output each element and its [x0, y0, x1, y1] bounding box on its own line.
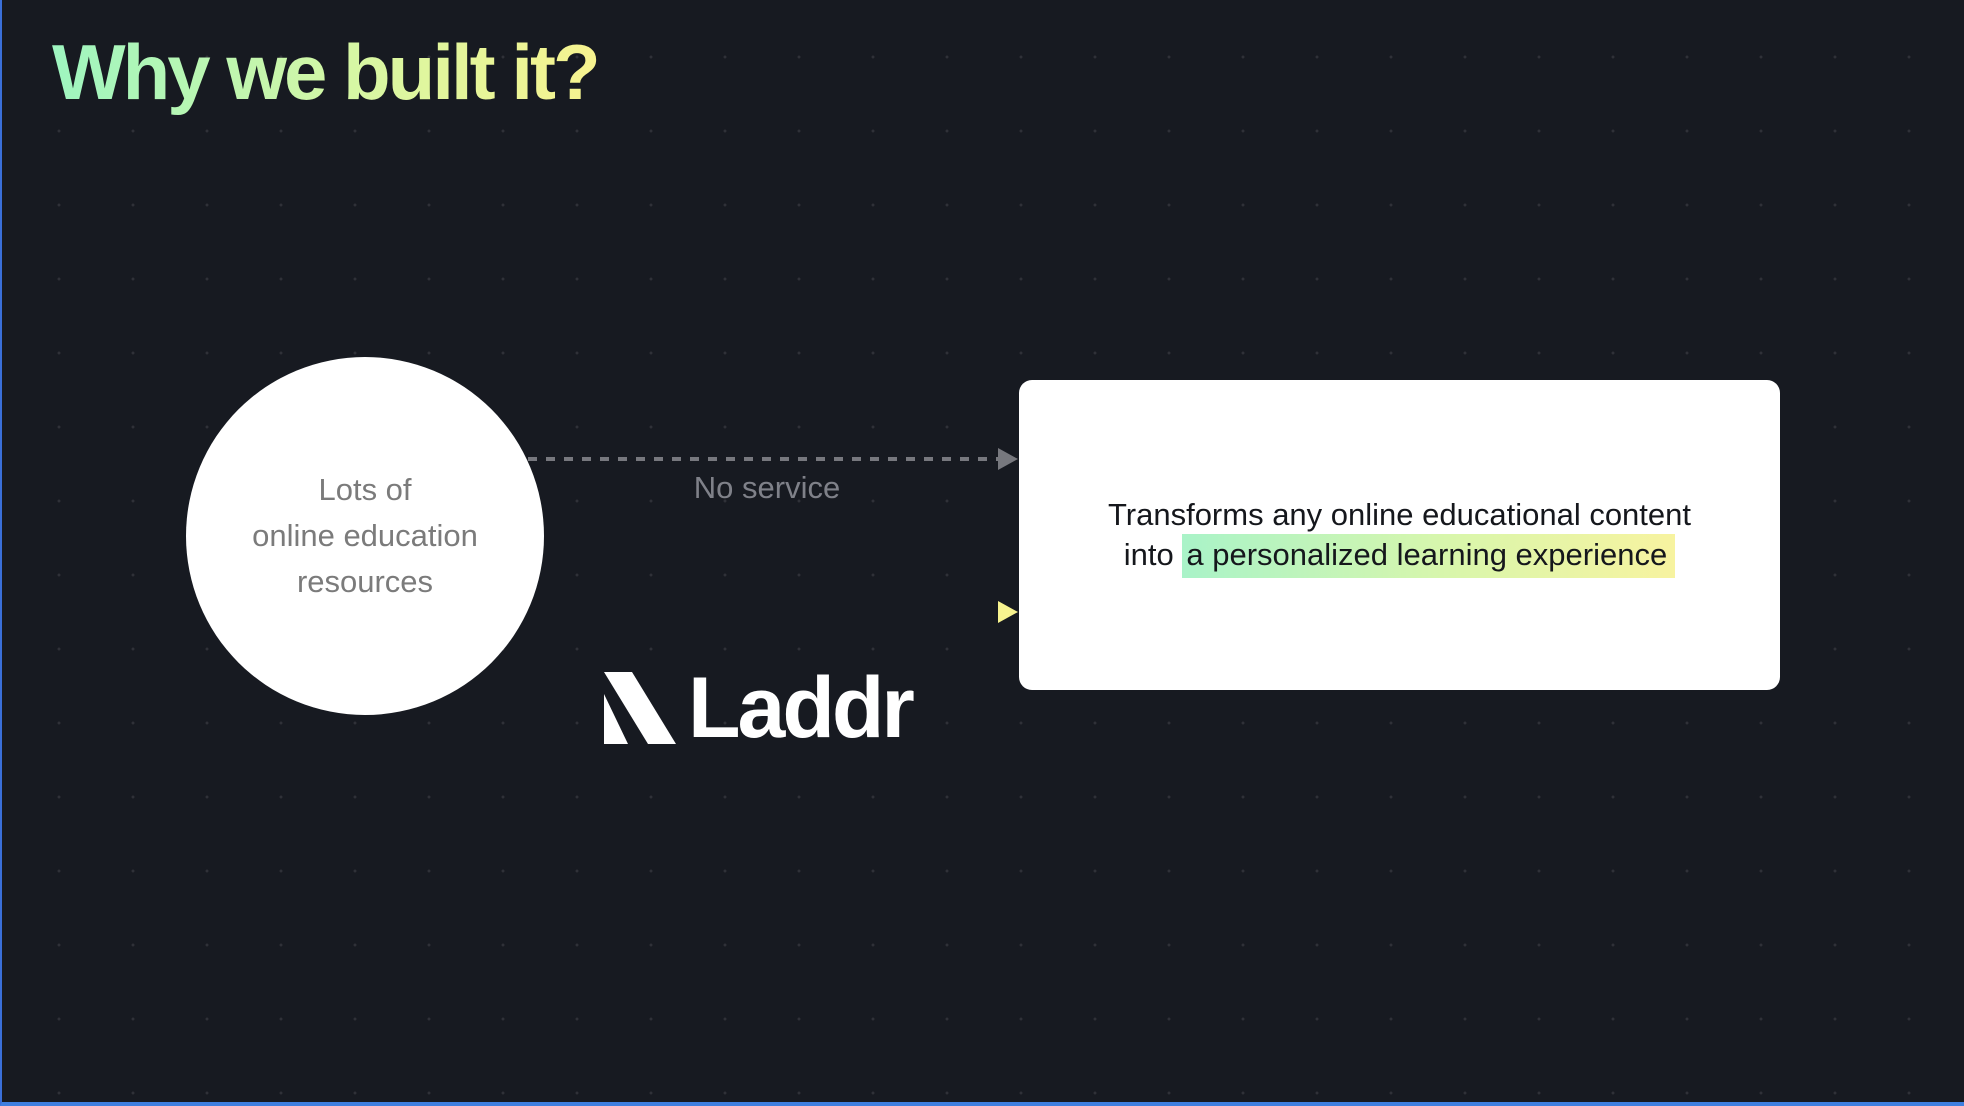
laddr-logo-mark-icon: [604, 672, 676, 744]
slide: Why we built it? Lots of online educatio…: [0, 0, 1964, 1106]
result-card: Transforms any online educational conten…: [1019, 380, 1780, 690]
result-description: Transforms any online educational conten…: [1107, 495, 1692, 578]
result-line-2-prefix: into: [1123, 537, 1174, 572]
no-service-arrow: [528, 448, 1018, 470]
result-line-1: Transforms any online educational conten…: [1107, 497, 1692, 532]
laddr-logo: Laddr: [604, 665, 915, 751]
no-service-label: No service: [693, 470, 841, 505]
result-line-2: into a personalized learning experience: [1108, 534, 1691, 578]
laddr-wordmark: Laddr: [688, 660, 915, 756]
highlighted-phrase: a personalized learning experience: [1182, 534, 1676, 578]
laddr-arrow: [528, 601, 1018, 623]
